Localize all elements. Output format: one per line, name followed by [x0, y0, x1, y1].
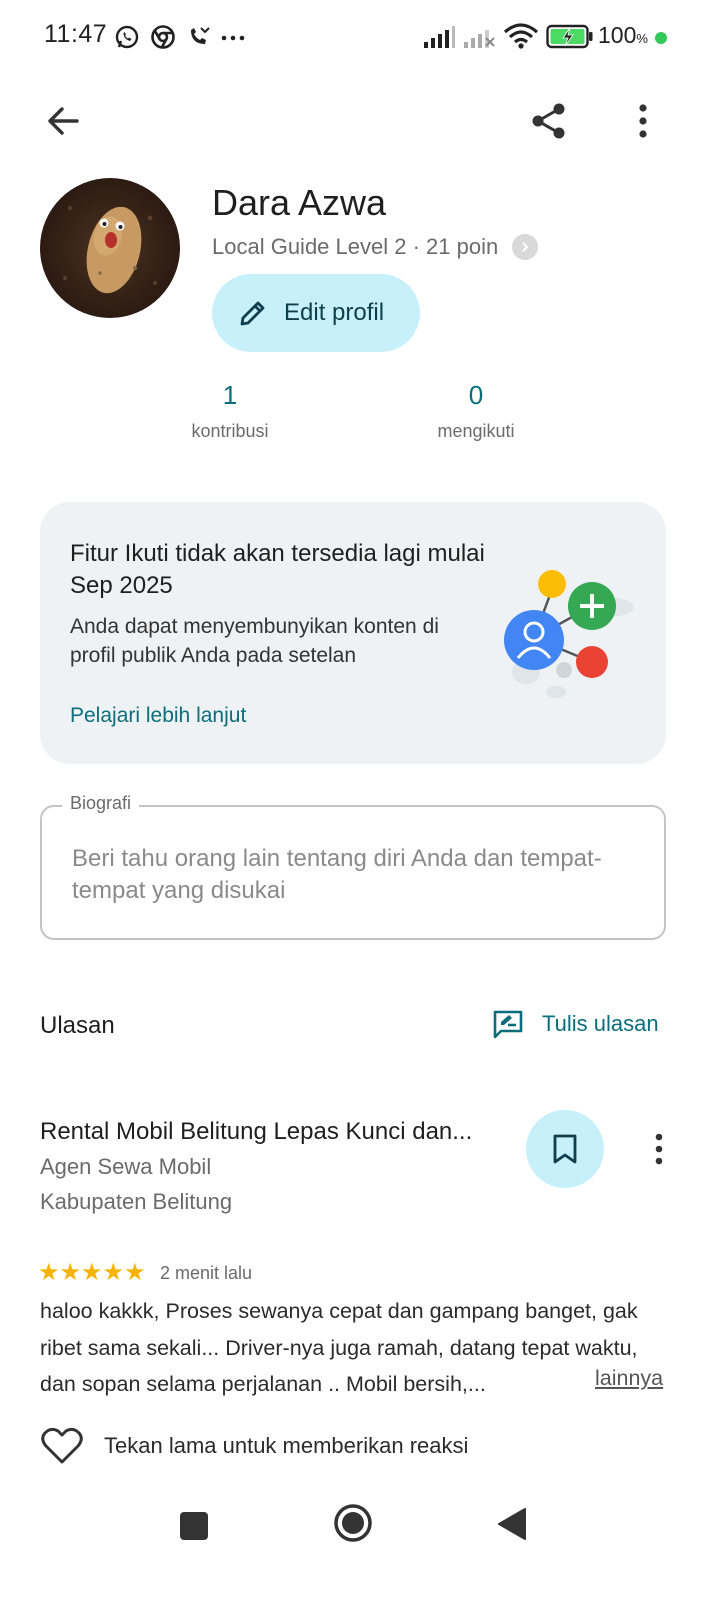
review-place-category: Agen Sewa Mobil	[40, 1154, 212, 1179]
pencil-icon	[240, 301, 265, 326]
write-review-label: Tulis ulasan	[542, 1011, 659, 1036]
status-time: 11:47	[44, 20, 108, 48]
share-icon	[532, 103, 565, 139]
more-vert-icon	[639, 104, 647, 138]
privacy-indicator-dot	[655, 32, 667, 44]
arrow-back-icon	[48, 107, 79, 135]
bio-label: Biografi	[62, 793, 140, 814]
signal-no-service-icon	[464, 30, 495, 48]
contributions-count: 1	[222, 380, 238, 410]
following-count: 0	[468, 380, 484, 410]
local-guide-level[interactable]: Local Guide Level 2 · 21 poin	[212, 234, 539, 260]
react-hint-label: Tekan lama untuk memberikan reaksi	[104, 1433, 469, 1458]
edit-profile-button[interactable]: Edit profil	[212, 274, 420, 352]
star-rating: ★★★★★	[38, 1260, 147, 1286]
notice-body: Anda dapat menyembunyikan konten di prof…	[70, 615, 439, 667]
status-bar: 11:47 100%	[0, 0, 720, 72]
home-button[interactable]	[330, 1500, 376, 1546]
chrome-icon	[151, 25, 175, 49]
review-time: 2 menit lalu	[160, 1263, 253, 1283]
chevron-right-icon	[512, 234, 539, 260]
battery-charging-icon	[546, 24, 593, 49]
rate-review-icon	[493, 1010, 523, 1039]
follow-network-illustration	[504, 570, 634, 698]
reviews-section-title: Ulasan	[40, 1012, 115, 1039]
write-review-button[interactable]: Tulis ulasan	[492, 1008, 659, 1040]
triangle-back-icon	[498, 1508, 526, 1540]
avatar[interactable]	[40, 178, 180, 318]
review-place-location: Kabupaten Belitung	[40, 1189, 233, 1214]
battery-level: 100%	[598, 22, 648, 48]
heart-icon	[41, 1427, 83, 1464]
following-label: mengikuti	[437, 421, 515, 441]
potato-avatar-image	[63, 206, 157, 294]
whatsapp-icon	[115, 25, 139, 49]
edit-profile-label: Edit profil	[284, 299, 385, 326]
bio-placeholder: Beri tahu orang lain tentang diri Anda d…	[72, 845, 602, 904]
profile-name: Dara Azwa	[212, 182, 387, 223]
review-text: haloo kakkk, Proses sewanya cepat dan ga…	[40, 1299, 638, 1396]
share-button[interactable]	[521, 93, 577, 149]
following-stat[interactable]: 0 mengikuti	[396, 380, 556, 442]
follow-feature-notice-card: Fitur Ikuti tidak akan tersedia lagi mul…	[40, 502, 666, 764]
review-more-options-button[interactable]	[636, 1124, 682, 1174]
square-icon	[180, 1512, 208, 1540]
react-button[interactable]: Tekan lama untuk memberikan reaksi	[40, 1426, 468, 1466]
more-vert-icon	[655, 1133, 663, 1165]
star-icons: ★★★★★	[38, 1259, 146, 1286]
local-guide-level-text: Local Guide Level 2 · 21 poin	[212, 234, 499, 259]
contributions-stat[interactable]: 1 kontribusi	[150, 380, 310, 442]
save-place-button[interactable]	[526, 1110, 604, 1188]
more-options-button[interactable]	[615, 93, 671, 149]
wifi-icon	[503, 23, 539, 49]
bookmark-icon	[553, 1134, 577, 1164]
learn-more-link[interactable]: Pelajari lebih lanjut	[70, 704, 246, 728]
more-notifications-icon	[221, 35, 245, 41]
contributions-label: kontribusi	[191, 421, 269, 441]
back-nav-button[interactable]	[490, 1502, 534, 1546]
system-navigation-bar	[0, 1490, 720, 1600]
notice-title: Fitur Ikuti tidak akan tersedia lagi mul…	[70, 540, 485, 599]
signal-icon	[424, 26, 455, 48]
back-button[interactable]	[35, 93, 91, 149]
missed-call-icon	[191, 27, 210, 44]
circle-icon	[334, 1504, 372, 1542]
review-place-name[interactable]: Rental Mobil Belitung Lepas Kunci dan...	[40, 1118, 490, 1146]
bio-field[interactable]: Biografi Beri tahu orang lain tentang di…	[40, 793, 666, 940]
review-more-link[interactable]: lainnya	[595, 1366, 663, 1391]
recents-button[interactable]	[172, 1504, 216, 1548]
